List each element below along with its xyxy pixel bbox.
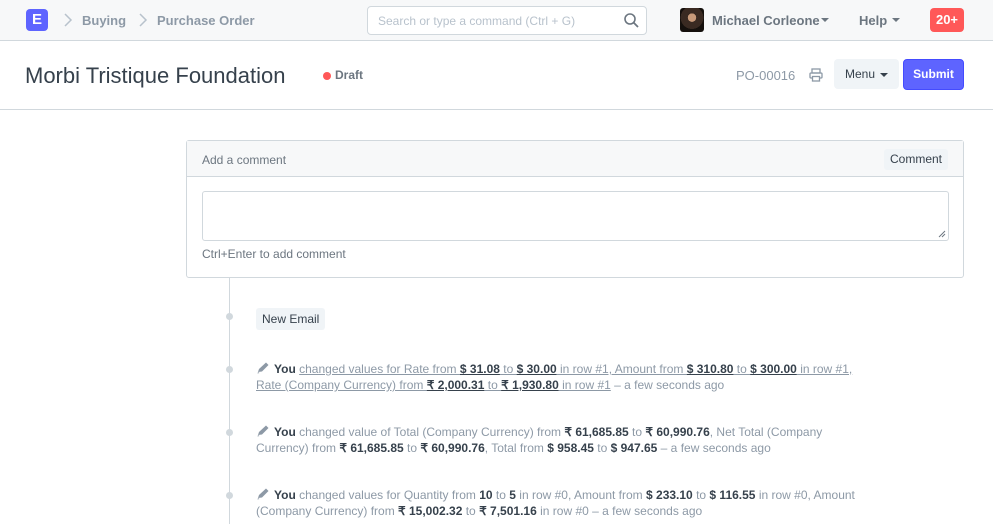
comment-header: Add a comment Comment [187,141,963,177]
timeline-text: to [692,488,710,502]
help-menu[interactable]: Help [859,13,887,28]
timeline-entry-line: (Company Currency) from ₹ 15,002.32 to ₹… [256,503,936,519]
menu-button-label: Menu [845,67,876,81]
resize-handle-icon[interactable] [938,230,946,238]
page-title: Morbi Tristique Foundation [25,63,286,88]
timeline-dot [226,492,233,499]
comment-hint: Ctrl+Enter to add comment [202,247,346,261]
timeline-value: $ 958.45 [547,441,594,455]
timeline-value: ₹ 15,002.32 [398,504,463,518]
timeline-text: to [492,488,510,502]
timeline-dot [226,429,233,436]
timeline-value: ₹ 7,501.16 [479,504,537,518]
search-input[interactable]: Search or type a command (Ctrl + G) [367,6,647,35]
new-email-button[interactable]: New Email [256,308,326,330]
app-logo[interactable]: E [26,9,48,31]
timeline-text: – a few seconds ago [657,441,771,455]
timeline-value: ₹ 60,990.76 [645,425,710,439]
comment-button[interactable]: Comment [883,149,948,170]
pencil-icon [257,362,269,374]
timeline-text[interactable]: in row #1, Amount from [557,362,687,376]
print-icon[interactable] [809,68,823,82]
timeline-text: in row #0, Amount [755,488,855,502]
timeline-value: You [274,425,296,439]
timeline-text: to [593,441,611,455]
pencil-icon [257,425,269,437]
breadcrumb-purchase-order[interactable]: Purchase Order [157,13,255,28]
timeline-text[interactable]: changed values for Rate from [299,362,460,376]
timeline-text: Currency) from [256,441,340,455]
breadcrumb-buying[interactable]: Buying [82,13,126,28]
timeline-value[interactable]: $ 310.80 [687,362,734,376]
user-menu[interactable]: Michael Corleone [712,13,820,28]
timeline-value: ₹ 60,990.76 [420,441,485,455]
timeline-value: 10 [479,488,493,502]
timeline-value: $ 947.65 [610,441,658,455]
timeline-value[interactable]: $ 31.08 [460,362,500,376]
timeline-entry: You changed values for Rate from $ 31.08… [256,361,936,393]
pencil-icon [257,488,269,500]
navbar: E Buying Purchase Order Search or type a… [0,0,993,41]
timeline-dot [226,366,233,373]
notifications-badge[interactable]: 20+ [930,8,964,32]
menu-button[interactable]: Menu [834,59,899,89]
timeline-value[interactable]: ₹ 2,000.31 [427,378,485,392]
timeline-text: changed values for Quantity from [295,488,480,502]
timeline-entry: You changed values for Quantity from 10 … [256,487,936,519]
search-placeholder: Search or type a command (Ctrl + G) [378,14,576,28]
timeline-text: , Total from [484,441,548,455]
timeline-value: You [274,362,296,376]
timeline-value: ₹ 61,685.85 [564,425,629,439]
status-indicator-icon [323,72,331,80]
timeline-value: $ 233.10 [646,488,693,502]
document-id: PO-00016 [736,68,796,83]
caret-down-icon [892,18,900,22]
timeline-entry: You changed value of Total (Company Curr… [256,424,936,456]
timeline-dot [226,313,233,320]
submit-button[interactable]: Submit [903,59,964,90]
timeline-value[interactable]: $ 30.00 [517,362,557,376]
timeline-text: in row #0 [536,504,589,518]
timeline-text: , Net Total (Company [709,425,823,439]
timeline-text: to [403,441,421,455]
timeline-text: in row #0, Amount from [515,488,647,502]
timeline-text: changed value of Total (Company Currency… [295,425,565,439]
status-badge: Draft [335,68,364,82]
avatar[interactable] [680,8,704,32]
timeline-text: (Company Currency) from [256,504,399,518]
timeline-entry-line: You changed value of Total (Company Curr… [256,424,936,440]
chevron-right-icon [139,13,148,27]
timeline-value: ₹ 61,685.85 [339,441,404,455]
timeline-text: – a few seconds ago [588,504,703,518]
timeline-text[interactable]: to [484,378,501,392]
comment-textarea[interactable] [202,191,949,241]
timeline-value: You [274,488,296,502]
caret-down-icon [880,73,888,77]
timeline-entry-line: You changed values for Quantity from 10 … [256,487,936,503]
timeline-entry-line: Rate (Company Currency) from ₹ 2,000.31 … [256,377,936,393]
caret-down-icon [821,18,829,22]
timeline-value: $ 116.55 [709,488,756,502]
timeline-text[interactable]: to [733,362,750,376]
timeline-entry-line: You changed values for Rate from $ 31.08… [256,361,936,377]
timeline-value: 5 [509,488,516,502]
timeline-text: to [628,425,646,439]
timeline-text[interactable]: in row #1 [559,378,611,392]
timeline-text: to [462,504,480,518]
search-icon[interactable] [623,12,640,29]
chevron-right-icon [64,13,73,27]
timeline-text[interactable]: in row #1, [797,362,852,376]
timeline-text[interactable]: Rate (Company Currency) from [256,378,427,392]
page-head: Morbi Tristique Foundation Draft PO-0001… [0,41,993,110]
timeline-entry-line: Currency) from ₹ 61,685.85 to ₹ 60,990.7… [256,440,936,456]
comment-header-label: Add a comment [202,153,287,167]
timeline-text: – a few seconds ago [610,378,725,392]
timeline-value[interactable]: ₹ 1,930.80 [501,378,559,392]
comment-box: Add a comment Comment Ctrl+Enter to add … [186,140,964,278]
timeline-value[interactable]: $ 300.00 [750,362,797,376]
timeline-text[interactable]: to [500,362,517,376]
